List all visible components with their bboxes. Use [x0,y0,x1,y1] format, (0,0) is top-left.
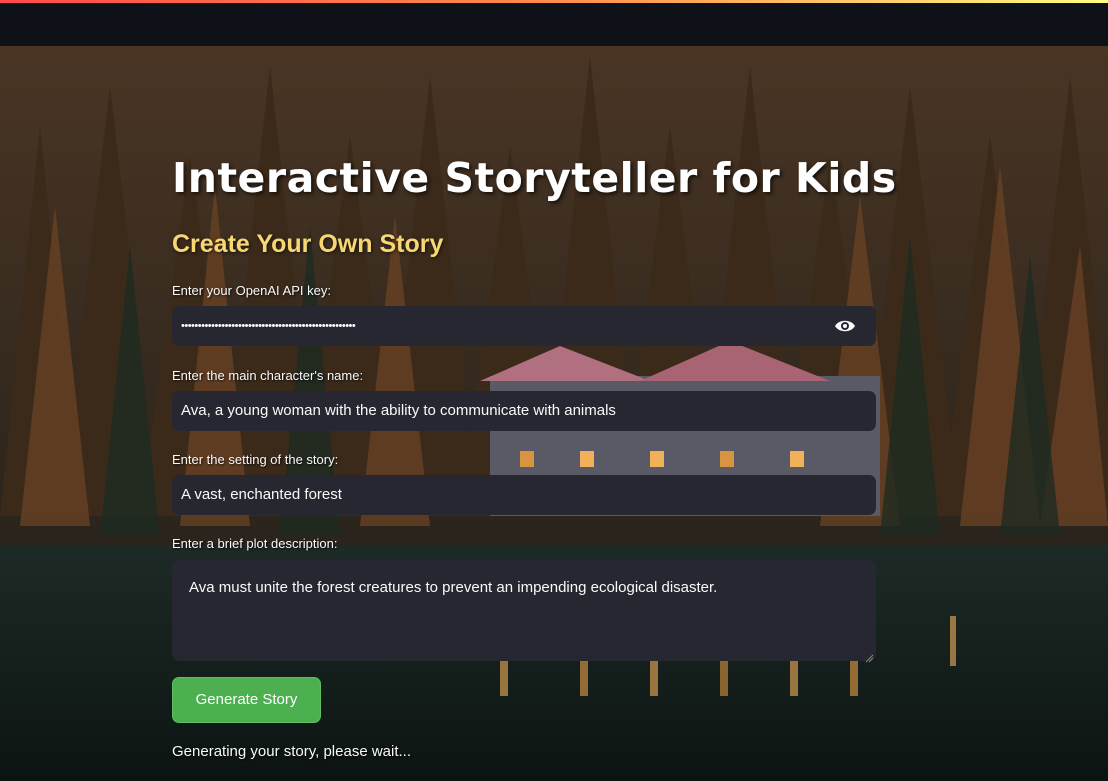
page-subtitle: Create Your Own Story [172,230,444,258]
status-message: Generating your story, please wait... [172,743,412,760]
app-root: Interactive Storyteller for Kids Create … [0,0,1108,781]
resize-grip-icon[interactable] [865,650,874,663]
top-decoration-bar [0,0,1108,3]
setting-value: A vast, enchanted forest [181,486,342,503]
setting-input[interactable]: A vast, enchanted forest [172,475,876,515]
setting-label: Enter the setting of the story: [172,452,339,467]
character-input[interactable]: Ava, a young woman with the ability to c… [172,391,876,431]
page-title: Interactive Storyteller for Kids [172,154,897,202]
character-label: Enter the main character's name: [172,368,364,383]
api-key-input[interactable]: ••••••••••••••••••••••••••••••••••••••••… [172,306,876,346]
api-key-label: Enter your OpenAI API key: [172,283,331,298]
character-value: Ava, a young woman with the ability to c… [181,402,616,419]
plot-value: Ava must unite the forest creatures to p… [189,579,718,596]
plot-label: Enter a brief plot description: [172,536,338,551]
eye-icon[interactable] [834,318,856,334]
api-key-masked-value: ••••••••••••••••••••••••••••••••••••••••… [181,320,356,332]
app-header [0,3,1108,46]
generate-story-button[interactable]: Generate Story [172,677,321,723]
plot-textarea[interactable]: Ava must unite the forest creatures to p… [172,560,876,663]
